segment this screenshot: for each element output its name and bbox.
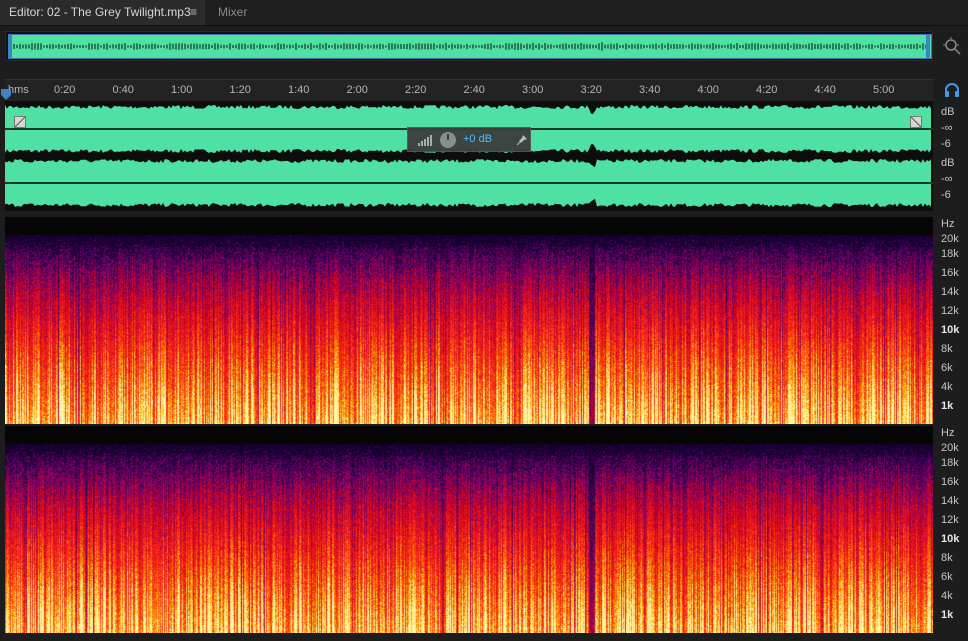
- hz-label: 10k: [941, 324, 960, 336]
- ruler-tick-label: 0:20: [54, 84, 76, 96]
- overview-right-handle[interactable]: [926, 34, 930, 59]
- db-label: -∞: [941, 173, 953, 185]
- hz-unit: Hz: [941, 427, 955, 439]
- ruler-tick-label: 1:40: [288, 84, 310, 96]
- zoom-icon[interactable]: [942, 36, 962, 56]
- db-unit-bottom: dB: [941, 157, 955, 169]
- fade-in-handle-icon[interactable]: [14, 116, 26, 128]
- overview-waveform[interactable]: [5, 31, 933, 61]
- waveform-display[interactable]: [5, 101, 933, 211]
- hz-label: 10k: [941, 533, 960, 545]
- hz-label: 1k: [941, 609, 954, 621]
- db-label: -∞: [941, 122, 953, 134]
- pin-icon[interactable]: [516, 134, 528, 146]
- overview-visible-range[interactable]: [10, 34, 932, 59]
- ruler-tick-label: 3:00: [522, 84, 544, 96]
- ruler-tick-label: 2:40: [463, 84, 485, 96]
- hz-label: 14k: [941, 286, 959, 298]
- hz-unit: Hz: [941, 218, 955, 230]
- waveform-graphic: [5, 105, 933, 207]
- tab-mixer[interactable]: Mixer: [218, 0, 247, 25]
- frequency-axis-right: Hz 20k 18k 16k 14k 12k 10k 8k 6k 4k 1k: [934, 426, 968, 633]
- amplitude-axis: dB -∞ -6 dB -∞ -6: [934, 101, 968, 211]
- hz-label: 12k: [941, 305, 959, 317]
- db-unit-top: dB: [941, 106, 955, 118]
- ruler-tick-label: 2:00: [346, 84, 368, 96]
- db-label: -6: [941, 138, 951, 150]
- hz-label: 16k: [941, 476, 959, 488]
- hz-label: 18k: [941, 248, 959, 260]
- hz-label: 20k: [941, 442, 959, 454]
- hz-label: 18k: [941, 457, 959, 469]
- hz-label: 4k: [941, 590, 953, 602]
- spectrogram-left[interactable]: [5, 217, 933, 424]
- hz-label: 12k: [941, 514, 959, 526]
- ruler-tick-label: 3:40: [639, 84, 661, 96]
- ruler-tick-label: 0:40: [112, 84, 134, 96]
- fade-out-handle-icon[interactable]: [910, 116, 922, 128]
- ruler-tick-label: 1:20: [229, 84, 251, 96]
- headphones-icon[interactable]: [944, 83, 960, 97]
- hz-label: 6k: [941, 362, 953, 374]
- frequency-axis-left: Hz 20k 18k 16k 14k 12k 10k 8k 6k 4k 1k: [934, 217, 968, 424]
- tab-bar: Editor: 02 - The Grey Twilight.mp3 ≡ Mix…: [0, 0, 968, 26]
- hz-label: 6k: [941, 571, 953, 583]
- tab-editor[interactable]: Editor: 02 - The Grey Twilight.mp3 ≡: [0, 0, 205, 25]
- hz-label: 14k: [941, 495, 959, 507]
- ruler-tick-label: 4:40: [814, 84, 836, 96]
- playhead-icon[interactable]: [0, 89, 12, 101]
- overview-waveform-graphic: [11, 42, 930, 51]
- ruler-tick-label: 4:00: [697, 84, 719, 96]
- ruler-tick-label: 3:20: [580, 84, 602, 96]
- overview-left-handle[interactable]: [8, 34, 12, 59]
- ruler-tick-label: 2:20: [405, 84, 427, 96]
- ruler-tick-label: 1:00: [171, 84, 193, 96]
- spectrogram-right[interactable]: [5, 426, 933, 633]
- ruler-tick-label: 4:20: [756, 84, 778, 96]
- hz-label: 4k: [941, 381, 953, 393]
- volume-knob-icon[interactable]: [439, 131, 457, 149]
- hz-label: 8k: [941, 552, 953, 564]
- ruler-tick-label: 5:00: [873, 84, 895, 96]
- db-label: -6: [941, 189, 951, 201]
- time-ruler[interactable]: hms 0:20 0:40 1:00 1:20 1:40 2:00 2:20 2:40 3:00…: [5, 79, 933, 102]
- hz-label: 20k: [941, 233, 959, 245]
- tab-editor-label: Editor: 02 - The Grey Twilight.mp3: [9, 5, 191, 19]
- meter-icon: [418, 135, 432, 146]
- volume-hud[interactable]: +0 dB: [407, 127, 531, 152]
- menu-icon[interactable]: ≡: [190, 0, 197, 24]
- volume-readout[interactable]: +0 dB: [463, 133, 492, 145]
- hz-label: 16k: [941, 267, 959, 279]
- hz-label: 8k: [941, 343, 953, 355]
- hz-label: 1k: [941, 400, 954, 412]
